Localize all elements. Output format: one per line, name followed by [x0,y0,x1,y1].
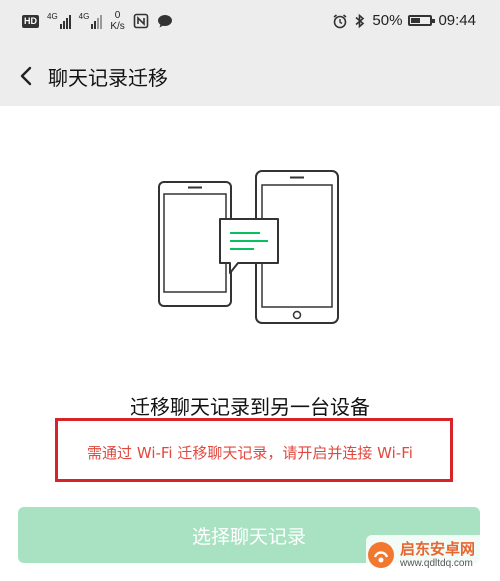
speed-unit: K/s [110,21,125,32]
device-transfer-illustration [158,170,339,324]
clock: 09:44 [438,12,476,29]
signal-icon: 4G [79,13,103,29]
page-title: 聊天记录迁移 [48,66,168,90]
network-speed: 0 K/s [110,10,124,32]
signal-icon: 4G [47,13,71,29]
alarm-icon [333,13,347,28]
select-chat-history-label: 选择聊天记录 [191,525,306,548]
watermark-title: 启东安卓网 [400,540,476,558]
nfc-icon [133,13,149,29]
hd-icon: HD [22,14,39,28]
chevron-left-icon [20,66,32,86]
bluetooth-icon [355,13,365,28]
status-right: 50% 09:44 [332,12,476,29]
watermark-url: www.qdltdq.com [400,558,473,569]
status-bar: HD 4G 4G 0 K/s 50% 09:44 [0,0,500,46]
back-button[interactable] [12,61,42,91]
message-bubble-icon [157,15,172,28]
battery-icon [408,15,436,26]
watermark: 启东安卓网 www.qdltdq.com [366,535,494,575]
status-left: HD 4G 4G 0 K/s [22,10,173,32]
speed-value: 0 [114,10,121,21]
site-logo-icon [368,542,394,568]
network-type-label: 4G [47,12,58,21]
network-type-label: 4G [78,12,90,21]
battery-percent: 50% [372,12,403,29]
title-bar: 聊天记录迁移 [0,46,500,106]
headline: 迁移聊天记录到另一台设备 [130,395,370,419]
wifi-warning-text: 需通过 Wi-Fi 迁移聊天记录，请开启并连接 Wi-Fi [87,444,413,462]
